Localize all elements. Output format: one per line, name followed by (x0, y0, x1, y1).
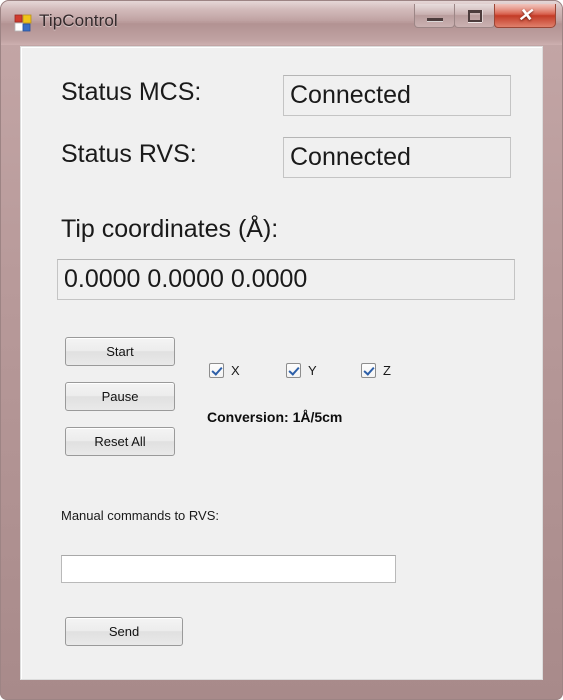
status-mcs-label: Status MCS: (61, 78, 202, 106)
checkbox-z-box[interactable] (361, 363, 376, 378)
close-icon: ✕ (517, 4, 533, 25)
minimize-button[interactable] (414, 4, 455, 28)
application-window: TipControl ✕ Status MCS: Connected Statu… (0, 0, 563, 700)
maximize-button[interactable] (454, 4, 495, 28)
manual-commands-input[interactable] (61, 555, 396, 583)
checkbox-x-label: X (231, 363, 240, 378)
tip-coordinates-label: Tip coordinates (Å): (61, 215, 279, 243)
manual-commands-label: Manual commands to RVS: (61, 508, 219, 523)
close-button[interactable]: ✕ (494, 4, 556, 28)
maximize-icon (468, 10, 482, 22)
checkbox-y-label: Y (308, 363, 317, 378)
pause-button[interactable]: Pause (65, 382, 175, 411)
window-controls: ✕ (414, 4, 556, 28)
winforms-app-icon (14, 14, 32, 32)
status-mcs-value[interactable]: Connected (283, 75, 511, 116)
checkbox-y-box[interactable] (286, 363, 301, 378)
checkbox-x-box[interactable] (209, 363, 224, 378)
conversion-label: Conversion: 1Å/5cm (207, 409, 343, 425)
checkbox-axis-x[interactable]: X (209, 363, 240, 378)
checkbox-axis-z[interactable]: Z (361, 363, 391, 378)
minimize-icon (427, 18, 443, 22)
reset-all-button[interactable]: Reset All (65, 427, 175, 456)
checkbox-z-label: Z (383, 363, 391, 378)
status-rvs-value[interactable]: Connected (283, 137, 511, 178)
status-rvs-label: Status RVS: (61, 140, 197, 168)
title-bar[interactable]: TipControl ✕ (1, 1, 562, 45)
window-title: TipControl (39, 11, 118, 30)
checkbox-axis-y[interactable]: Y (286, 363, 317, 378)
send-button[interactable]: Send (65, 617, 183, 646)
minimize-gloss (415, 4, 454, 16)
start-button[interactable]: Start (65, 337, 175, 366)
tip-coordinates-value[interactable]: 0.0000 0.0000 0.0000 (57, 259, 515, 300)
form-client-area: Status MCS: Connected Status RVS: Connec… (20, 46, 543, 680)
